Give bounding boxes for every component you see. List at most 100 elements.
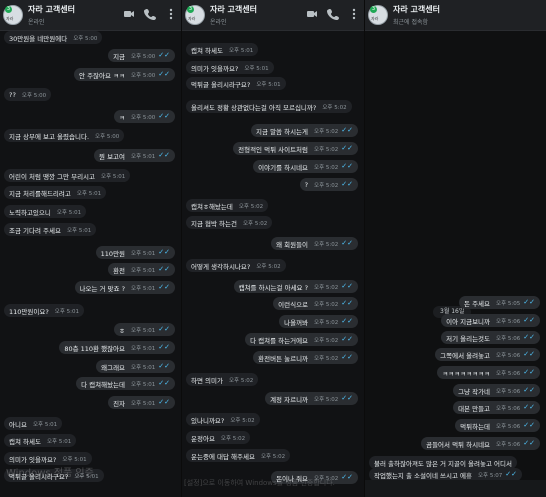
message-text: ? [304,180,309,189]
video-icon[interactable] [306,8,318,20]
read-check-icon: ✓✓ [158,343,170,351]
chat-window-1: 3 자라 자라 고객센터 온라인 30만원을 네만원에다 오후 5:00 지금 오후 … [0,0,181,497]
read-check-icon: ✓✓ [523,368,535,376]
sent-message[interactable]: 110만원 오후 5:01 ✓✓ [95,246,175,259]
message-text: 지금 협박 하는건 [191,219,237,228]
received-message[interactable]: 노력하고있으니 오후 5:01 [4,205,87,218]
received-message[interactable]: 30만원을 네만원에다 오후 5:00 [4,31,103,44]
message-time: 오후 5:01 [56,209,82,216]
received-message[interactable]: 의미가 잇을까요? 오후 5:01 [186,61,274,74]
received-message[interactable]: 지금 상부에 보고 올렸습니다. 오후 5:00 [4,129,125,142]
sent-message[interactable]: 저기 올리는것도 오후 5:06 ✓✓ [441,331,540,344]
message-text: 안 주잖아요 ㅋㅋ [79,71,126,80]
message-time: 오후 5:06 [496,441,521,448]
received-message[interactable]: 캡쳐 하세도 오후 5:01 [4,434,77,447]
sent-message[interactable]: 진자 오후 5:01 ✓✓ [108,396,175,409]
received-message[interactable]: 운정아요 오후 5:02 [186,431,251,444]
video-icon[interactable] [123,8,135,20]
avatar[interactable]: 3 자라 [3,5,23,25]
sent-message[interactable]: 지금 오후 5:00 ✓✓ [108,49,175,62]
received-message[interactable]: 운는중에 대답 해주세요 오후 5:02 [186,449,291,462]
sent-message[interactable]: 돈 주세요 오후 5:05 ✓✓ [459,296,540,309]
sent-message[interactable]: ㅋㅋㅋㅋㅋㅋㅋㅋ 오후 5:06 ✓✓ [437,366,540,379]
message-text: 의미가 잇을까요? [191,64,239,73]
message-time: 오후 5:01 [131,327,156,334]
sent-message[interactable]: 왜 회원들이 오후 5:02 ✓✓ [271,237,358,250]
message-text: 어떻게 생각하시나요? [191,262,251,271]
received-message[interactable]: 올리셔도 정황 상관없다는걸 아직 모르십니까? 오후 5:02 [186,100,352,113]
received-message[interactable]: 캡쳐 하세도 오후 5:01 [186,43,259,56]
chat-status: 최근에 접속함 [393,19,429,26]
received-message[interactable]: 조금 기다려 주세요 오후 5:01 [4,223,97,236]
more-icon[interactable] [165,8,177,20]
sent-message[interactable]: 뭔 보고여 오후 5:01 ✓✓ [94,149,175,162]
message-time: 오후 5:02 [228,377,254,384]
message-text: 110만원 [100,249,126,258]
sent-message[interactable]: 나올꺼봐 오후 5:02 ✓✓ [279,315,358,328]
sent-message[interactable]: 계정 자르니까 오후 5:02 ✓✓ [265,392,358,405]
received-message[interactable]: 캡쳐ㅎ해놨는데 오후 5:02 [186,199,269,212]
received-message[interactable]: 먹튀글 올리시라구요? 오후 5:01 [186,77,286,90]
message-time: 오후 5:02 [238,203,264,210]
sent-message[interactable]: ㅎ 오후 5:01 ✓✓ [114,323,175,336]
sent-message[interactable]: ㅋ 오후 5:00 ✓✓ [114,110,175,123]
chat-header: 3 자라 자라 고객센터 최근에 접속함 [365,0,546,31]
message-text: 이야기를 하시네요 [258,163,309,172]
received-message[interactable]: ?? 오후 5:00 [4,88,52,101]
received-message[interactable]: 지금 협박 하는건 오후 5:02 [186,216,273,229]
message-text: ㅋㅋㅋㅋㅋㅋㅋㅋ [442,369,491,378]
avatar[interactable]: 3 자라 [368,5,388,25]
message-text: 저기 올리는것도 [446,334,491,343]
avatar-badge: 3 [5,6,12,13]
avatar[interactable]: 3 자라 [185,5,205,25]
message-time: 오후 5:02 [314,164,339,171]
received-message[interactable]: 지금 처리를해드리려고 오후 5:01 [4,186,107,199]
phone-icon[interactable] [144,8,156,20]
received-message[interactable]: 하면 의미가 오후 5:02 [186,373,259,386]
message-text: 그쪽에서 올려놓고 [440,351,491,360]
sent-message[interactable]: 안 주잖아요 ㅋㅋ 오후 5:00 ✓✓ [74,68,175,81]
message-time: 오후 5:00 [131,53,156,60]
sent-message[interactable]: 그냥 작가네 오후 5:06 ✓✓ [453,384,540,397]
message-time: 오후 5:01 [131,345,156,352]
sent-message[interactable]: ? 오후 5:02 ✓✓ [299,178,358,191]
sent-message[interactable]: 환전 오후 5:01 ✓✓ [108,263,175,276]
message-time: 오후 5:01 [101,173,126,180]
sent-message[interactable]: 이런식으로 오후 5:02 ✓✓ [273,297,358,310]
sent-message[interactable]: 나오는 거 맞죠 ? 오후 5:01 ✓✓ [74,281,175,294]
sent-message[interactable]: 캡쳐를 하시는걸 아세요 ? 오후 5:02 ✓✓ [233,280,358,293]
phone-icon[interactable] [327,8,339,20]
chat-title: 자라 고객센터 [393,5,440,14]
sent-message[interactable]: 먹튀하는데 오후 5:06 ✓✓ [455,419,540,432]
message-time: 오후 5:02 [314,337,339,344]
avatar-name: 자라 [188,16,196,21]
received-message[interactable]: 있나니까요? 오후 5:02 [186,413,260,426]
sent-message[interactable]: 80층 110환 했잖아요 오후 5:01 ✓✓ [59,341,175,354]
received-message[interactable]: 110만원이요? 오후 5:01 [4,304,85,317]
sent-message[interactable]: 이아 지금보니까 오후 5:06 ✓✓ [441,314,540,327]
sent-message[interactable]: 곰들어서 먹튀 하시네요 오후 5:06 ✓✓ [421,437,540,450]
sent-message[interactable]: 지금 말씀 하시는게 오후 5:02 ✓✓ [251,124,358,137]
read-check-icon: ✓✓ [158,283,170,291]
sent-message[interactable]: 다 캡쳐해놨는데 오후 5:01 ✓✓ [76,377,175,390]
message-time: 오후 5:01 [46,438,72,445]
message-text: 캡쳐ㅎ해놨는데 [191,202,233,211]
received-message[interactable]: 어린이 처럼 땡깡 그만 부리시고 오후 5:01 [4,169,131,182]
sent-message[interactable]: 그쪽에서 올려놓고 오후 5:06 ✓✓ [435,348,540,361]
sent-message[interactable]: 왜그래요 오후 5:01 ✓✓ [96,360,175,373]
message-text: 운정아요 [191,434,215,443]
read-check-icon: ✓✓ [523,316,535,324]
read-check-icon: ✓✓ [158,70,170,78]
received-message[interactable]: 어떻게 생각하시나요? 오후 5:02 [186,259,286,272]
sent-message[interactable]: 대본 만들고 오후 5:06 ✓✓ [453,401,540,414]
more-icon[interactable] [348,8,360,20]
message-text: 다 캡쳐해놨는데 [81,380,126,389]
sent-message[interactable]: 이야기를 하시네요 오후 5:02 ✓✓ [253,160,358,173]
message-text: 돈 주세요 [464,299,491,308]
message-text: 조금 기다려 주세요 [9,226,61,235]
avatar-badge: 3 [187,6,194,13]
sent-message[interactable]: 전형적인 먹튀 사이트처럼 오후 5:02 ✓✓ [233,142,358,155]
received-message[interactable]: 아니요 오후 5:01 [4,417,63,430]
sent-message[interactable]: 다 캡쳐를 하는거에요 오후 5:02 ✓✓ [245,333,358,346]
sent-message[interactable]: 환전버튼 눌르니까 오후 5:02 ✓✓ [253,351,358,364]
